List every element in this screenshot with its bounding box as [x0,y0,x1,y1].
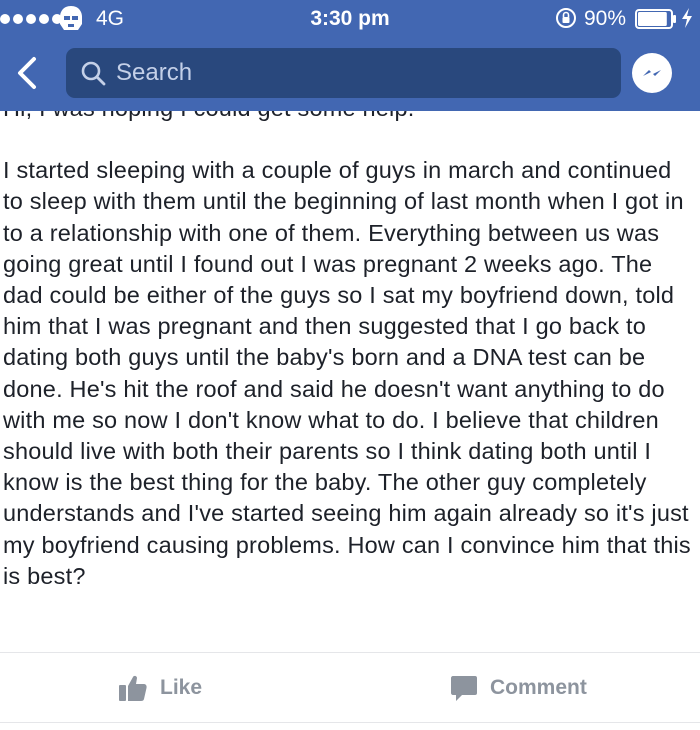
post-content: Hi, I was hoping I could get some help. … [3,111,698,641]
charging-bolt-icon [682,8,692,28]
messenger-icon [643,70,661,76]
like-label: Like [160,676,203,699]
post-greeting: Hi, I was hoping I could get some help. [3,111,698,124]
battery-percentage: 90% [584,7,627,30]
search-placeholder: Search [116,59,193,86]
comment-button[interactable]: Comment [450,668,587,708]
back-button[interactable] [8,52,46,94]
chevron-left-icon [18,57,36,89]
divider [0,722,700,723]
speech-bubble-icon [451,676,477,701]
status-bar: 4G 3:30 pm 90% [0,0,700,38]
divider [0,652,700,653]
comment-label: Comment [490,676,587,699]
rotation-lock-icon [556,8,576,28]
messenger-button[interactable] [632,53,672,93]
search-icon [81,61,106,86]
search-input[interactable]: Search [66,48,621,98]
battery-icon [635,9,676,29]
like-button[interactable]: Like [118,668,202,708]
thumbs-up-icon [119,675,147,701]
top-app-bar: 4G 3:30 pm 90% Search [0,0,700,111]
post-body: I started sleeping with a couple of guys… [3,157,691,589]
